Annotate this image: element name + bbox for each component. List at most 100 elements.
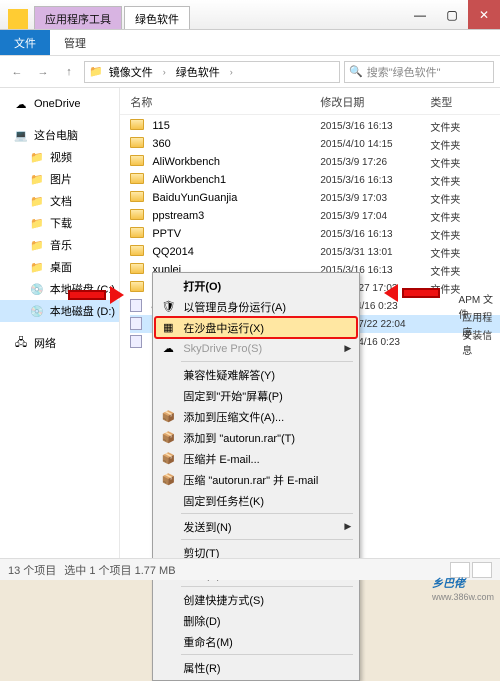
col-name[interactable]: 名称 <box>130 94 320 110</box>
menu-item[interactable]: ☁SkyDrive Pro(S)▶ <box>155 338 357 359</box>
forward-button[interactable]: → <box>32 61 54 83</box>
menu-item[interactable]: 📦 压缩并 E-mail... <box>155 448 357 469</box>
file-type: 文件夹 <box>430 209 460 224</box>
file-date: 2015/4/10 14:15 <box>320 139 430 150</box>
sidebar-icon: ☁ <box>14 97 28 111</box>
sidebar-label: OneDrive <box>34 98 80 110</box>
file-type: 文件夹 <box>430 191 460 206</box>
menu-label: 压缩并 E-mail... <box>183 451 351 467</box>
status-selection: 选中 1 个项目 1.77 MB <box>64 562 175 578</box>
file-icon <box>130 299 145 313</box>
breadcrumb[interactable]: 📁 镜像文件 › 绿色软件 › <box>84 61 340 83</box>
menu-item[interactable]: 固定到"开始"屏幕(P) <box>155 385 357 406</box>
search-placeholder: 搜索"绿色软件" <box>367 64 441 80</box>
file-icon <box>130 317 145 331</box>
file-menu[interactable]: 文件 <box>0 30 50 55</box>
sidebar-icon: 💿 <box>30 282 44 296</box>
sidebar-item[interactable]: ☁ OneDrive <box>0 94 119 114</box>
menu-item[interactable]: 重命名(M) <box>155 631 357 652</box>
menu-label: 添加到 "autorun.rar"(T) <box>183 430 351 446</box>
file-type: 文件夹 <box>430 227 460 242</box>
table-row[interactable]: PPTV2015/3/16 16:13文件夹 <box>130 225 500 243</box>
menu-icon: 📦 <box>159 409 177 425</box>
menu-item[interactable]: 属性(R) <box>155 657 357 678</box>
sidebar-icon: 📁 <box>30 194 44 208</box>
menu-label: 以管理员身份运行(A) <box>183 299 351 315</box>
app-icon <box>8 9 28 29</box>
table-row[interactable]: AliWorkbench12015/3/16 16:13文件夹 <box>130 171 500 189</box>
sidebar-item[interactable]: 📁视频 <box>0 146 119 168</box>
sidebar-item[interactable]: 📁文档 <box>0 190 119 212</box>
menu-item[interactable]: 打开(O) <box>155 275 357 296</box>
file-type: 安装信息 <box>462 327 500 357</box>
sidebar-label: 桌面 <box>50 259 72 275</box>
file-date: 2015/3/16 16:13 <box>320 229 430 240</box>
close-button[interactable]: ✕ <box>468 0 500 29</box>
menu-icon <box>159 519 177 535</box>
menu-icon <box>159 592 177 608</box>
file-pane: 名称 修改日期 类型 1152015/3/16 16:13文件夹3602015/… <box>120 88 500 578</box>
minimize-button[interactable]: — <box>404 0 436 29</box>
sidebar-icon: 📁 <box>30 260 44 274</box>
sidebar-item[interactable]: 🖧网络 <box>0 332 119 354</box>
sidebar-item[interactable]: 📁音乐 <box>0 234 119 256</box>
table-row[interactable]: BaiduYunGuanjia2015/3/9 17:03文件夹 <box>130 189 500 207</box>
menu-label: 发送到(N) <box>183 519 338 535</box>
table-row[interactable]: 3602015/4/10 14:15文件夹 <box>130 135 500 153</box>
menu-item[interactable]: ▦在沙盘中运行(X) <box>155 317 357 338</box>
file-date: 2015/3/16 16:13 <box>320 175 430 186</box>
menu-item[interactable]: 创建快捷方式(S) <box>155 589 357 610</box>
crumb-sep: › <box>159 67 170 77</box>
menu-item[interactable]: 📦压缩 "autorun.rar" 并 E-mail <box>155 469 357 490</box>
menu-item[interactable]: 发送到(N)▶ <box>155 516 357 537</box>
tool-tab[interactable]: 应用程序工具 <box>34 6 122 29</box>
up-button[interactable]: ↑ <box>58 61 80 83</box>
folder-icon: 📁 <box>89 65 103 78</box>
sidebar-item[interactable]: 📁图片 <box>0 168 119 190</box>
sidebar-icon: 📁 <box>30 172 44 186</box>
sidebar-icon: 📁 <box>30 150 44 164</box>
col-date[interactable]: 修改日期 <box>320 94 430 110</box>
file-name: AliWorkbench <box>152 156 320 168</box>
menu-label: 打开(O) <box>183 278 351 294</box>
folder-icon <box>130 137 146 151</box>
watermark: 乡巴佬 www.386w.com <box>432 574 494 602</box>
folder-icon <box>130 119 146 133</box>
folder-icon <box>130 281 146 295</box>
menu-item[interactable]: 删除(D) <box>155 610 357 631</box>
crumb[interactable]: 镜像文件 <box>105 64 157 80</box>
status-count: 13 个项目 <box>8 562 56 578</box>
menu-icon <box>159 634 177 650</box>
sidebar: ☁OneDrive💻这台电脑📁视频📁图片📁文档📁下载📁音乐📁桌面💿本地磁盘 (C… <box>0 88 120 578</box>
sidebar-label: 下载 <box>50 215 72 231</box>
menu-item[interactable]: 📦 添加到 "autorun.rar"(T) <box>155 427 357 448</box>
table-row[interactable]: AliWorkbench2015/3/9 17:26文件夹 <box>130 153 500 171</box>
annotation-arrow-left <box>68 286 122 304</box>
menu-label: 在沙盘中运行(X) <box>183 320 351 336</box>
search-input[interactable]: 🔍 搜索"绿色软件" <box>344 61 494 83</box>
menu-item[interactable]: 固定到任务栏(K) <box>155 490 357 511</box>
table-row[interactable]: ppstream32015/3/9 17:04文件夹 <box>130 207 500 225</box>
menu-label: 固定到"开始"屏幕(P) <box>183 388 351 404</box>
menu-item[interactable]: 🛡以管理员身份运行(A) <box>155 296 357 317</box>
sidebar-label: 网络 <box>34 335 56 351</box>
menu-item[interactable]: 📦 添加到压缩文件(A)... <box>155 406 357 427</box>
sidebar-item[interactable]: 📁下载 <box>0 212 119 234</box>
menu-label: 固定到任务栏(K) <box>183 493 351 509</box>
menu-icon: 📦 <box>159 430 177 446</box>
sidebar-label: 音乐 <box>50 237 72 253</box>
maximize-button[interactable]: ▢ <box>436 0 468 29</box>
sidebar-item[interactable]: 💻这台电脑 <box>0 124 119 146</box>
sidebar-item[interactable]: 📁 桌面 <box>0 256 119 278</box>
menu-item[interactable]: 兼容性疑难解答(Y) <box>155 364 357 385</box>
ribbon: 文件 管理 <box>0 30 500 56</box>
ribbon-tab-manage[interactable]: 管理 <box>50 30 100 56</box>
file-date: 2015/3/16 16:13 <box>320 121 430 132</box>
menu-icon: 📦 <box>159 451 177 467</box>
table-row[interactable]: 1152015/3/16 16:13文件夹 <box>130 117 500 135</box>
table-row[interactable]: QQ20142015/3/31 13:01文件夹 <box>130 243 500 261</box>
crumb[interactable]: 绿色软件 <box>172 64 224 80</box>
menu-label: 添加到压缩文件(A)... <box>183 409 351 425</box>
col-type[interactable]: 类型 <box>430 94 500 110</box>
back-button[interactable]: ← <box>6 61 28 83</box>
